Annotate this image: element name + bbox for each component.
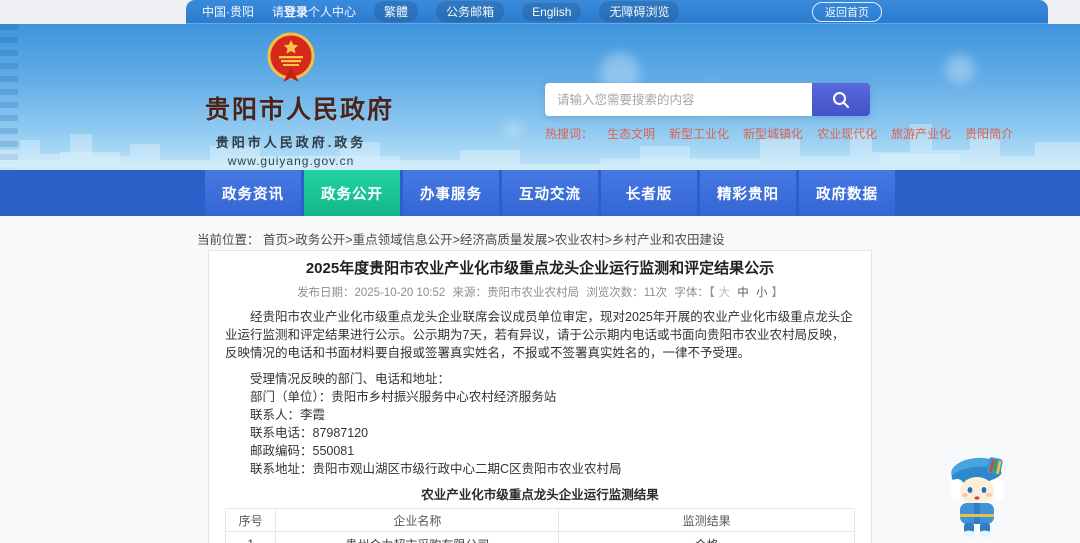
topbar-row: 中国·贵阳 请登录个人中心 繁體 公务邮箱 English 无障碍浏览 返回首页 [0,0,1080,24]
hot-word[interactable]: 生态文明 [607,125,655,142]
hot-word[interactable]: 新型工业化 [669,125,729,142]
login-link[interactable]: 请登录个人中心 [272,3,356,20]
national-emblem-icon [267,32,315,82]
hot-search-row: 热搜词： 生态文明 新型工业化 新型城镇化 农业现代化 旅游产业化 贵阳简介 [545,125,1013,142]
search-icon [833,91,849,108]
topbar: 中国·贵阳 请登录个人中心 繁體 公务邮箱 English 无障碍浏览 返回首页 [186,0,1048,24]
official-mailbox-link[interactable]: 公务邮箱 [436,1,505,22]
search-block: 热搜词： 生态文明 新型工业化 新型城镇化 农业现代化 旅游产业化 贵阳简介 [545,83,1013,142]
font-size-medium-button[interactable]: 中 [737,287,749,299]
nav-item-banshifuwu[interactable]: 办事服务 [403,170,499,216]
monitoring-results-table: 序号 企业名称 监测结果 1 贵州合力超市采购有限公司 合格 2 贵州友禾种业有… [224,508,855,543]
font-size-large-button[interactable]: 大 [719,287,731,299]
contact-address: 联系地址：贵阳市观山湖区市级行政中心二期C区贵阳市农业农村局 [250,462,622,476]
search-input[interactable] [545,83,812,116]
article-paragraph: 经贵阳市农业产业化市级重点龙头企业联席会议成员单位审定，现对2025年开展的农业… [225,310,853,360]
col-header-index: 序号 [224,508,277,532]
article-source: 来源：贵阳市农业农村局 [452,287,580,299]
contact-postcode: 邮政编码：550081 [250,444,355,458]
breadcrumb: 当前位置： 首页>政务公开>重点领域信息公开>经济高质量发展>农业农村>乡村产业… [0,216,1080,248]
bokeh-decoration [945,54,975,84]
nav-item-zhangzheban[interactable]: 长者版 [601,170,697,216]
nav-item-jingcaiguiyang[interactable]: 精彩贵阳 [700,170,796,216]
nav-item-hudongjiaoliu[interactable]: 互动交流 [502,170,598,216]
nav-item-zhengfushuju[interactable]: 政府数据 [799,170,895,216]
font-size-small-button[interactable]: 小 [756,287,768,299]
traditional-chinese-link[interactable]: 繁體 [374,1,419,22]
hot-search-label: 热搜词： [545,127,594,141]
nav-item-zhengwuzixun[interactable]: 政务资讯 [205,170,301,216]
company-name: 贵州合力超市采购有限公司 [275,531,560,543]
table-row: 1 贵州合力超市采购有限公司 合格 [224,531,855,543]
contact-phone: 联系电话：87987120 [250,426,369,440]
breadcrumb-path[interactable]: 首页>政务公开>重点领域信息公开>经济高质量发展>农业农村>乡村产业和农田建设 [263,233,725,247]
english-link[interactable]: English [522,2,582,21]
row-index: 1 [224,531,277,543]
nav-item-zhengwugongkai[interactable]: 政务公开 [304,170,400,216]
col-header-result: 监测结果 [558,508,855,532]
back-to-home-button[interactable]: 返回首页 [812,1,882,22]
article-card: 2025年度贵阳市农业产业化市级重点龙头企业运行监测和评定结果公示 发布日期：2… [208,250,872,543]
mascot-character[interactable] [946,450,1012,543]
font-size-label: 字体：【 [674,287,715,299]
hot-word[interactable]: 贵阳简介 [965,125,1013,142]
search-button[interactable] [812,83,870,116]
accessibility-link[interactable]: 无障碍浏览 [599,1,680,22]
publish-date: 发布日期：2025-10-20 10:52 [296,287,446,299]
article-paragraph: 受理情况反映的部门、电话和地址： [250,372,451,386]
col-header-company: 企业名称 [275,508,560,532]
site-subtitle: 贵阳市人民政府.政务 [215,135,367,150]
table-header-row: 序号 企业名称 监测结果 [224,508,855,532]
table-caption: 农业产业化市级重点龙头企业运行监测结果 [421,488,659,502]
hot-word[interactable]: 旅游产业化 [891,125,951,142]
region-label[interactable]: 中国·贵阳 [202,3,254,20]
login-strong[interactable]: 登录 [284,5,308,19]
site-logo-block[interactable]: 贵阳市人民政府 贵阳市人民政府.政务 www.guiyang.gov.cn [205,32,395,168]
view-count: 浏览次数：11次 [586,287,668,299]
monitor-result: 合格 [558,531,855,543]
article-title: 2025年度贵阳市农业产业化市级重点龙头企业运行监测和评定结果公示 [305,260,775,277]
hot-word[interactable]: 新型城镇化 [743,125,803,142]
font-size-label-end: 】 [771,287,784,299]
site-title: 贵阳市人民政府 [205,96,395,124]
breadcrumb-label: 当前位置： [197,233,260,247]
article-meta: 发布日期：2025-10-20 10:52 来源：贵阳市农业农村局 浏览次数：1… [225,284,855,300]
site-url: www.guiyang.gov.cn [227,154,355,168]
main-nav: 政务资讯 政务公开 办事服务 互动交流 长者版 精彩贵阳 政府数据 [0,170,1080,216]
content-area: 当前位置： 首页>政务公开>重点领域信息公开>经济高质量发展>农业农村>乡村产业… [0,216,1080,543]
site-header: 贵阳市人民政府 贵阳市人民政府.政务 www.guiyang.gov.cn 热搜… [0,24,1080,170]
contact-department: 部门（单位）：贵阳市乡村振兴服务中心农村经济服务站 [250,390,557,404]
hot-word[interactable]: 农业现代化 [817,125,877,142]
contact-person: 联系人：李霞 [250,408,326,422]
